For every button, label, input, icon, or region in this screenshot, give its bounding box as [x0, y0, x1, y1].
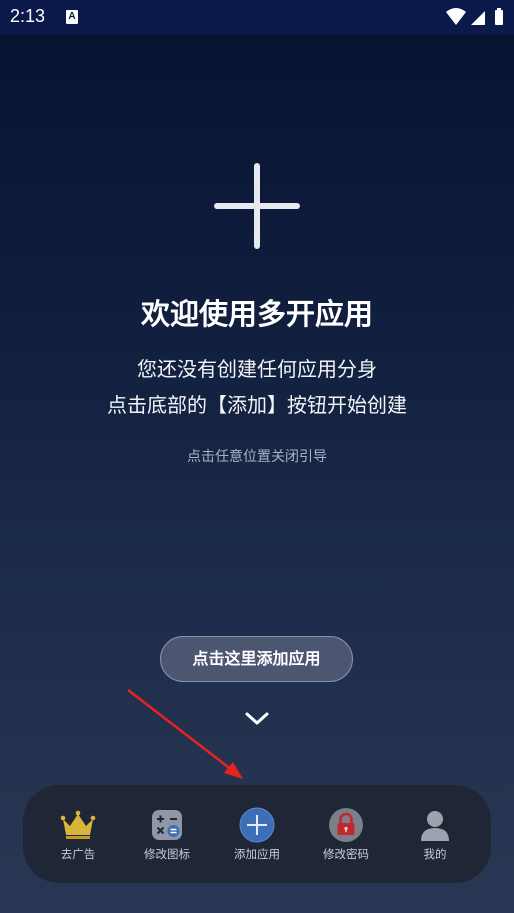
nav-label: 修改密码 [323, 847, 369, 861]
nav-profile[interactable]: 我的 [390, 785, 480, 883]
status-time: 2:13 [10, 6, 46, 26]
signal-icon [471, 11, 485, 25]
nav-label: 添加应用 [234, 847, 280, 861]
lock-icon [328, 807, 364, 843]
nav-change-password[interactable]: 修改密码 [301, 785, 391, 883]
plus-icon [211, 160, 303, 252]
add-app-guide-button[interactable]: 点击这里添加应用 [160, 636, 353, 682]
status-bar: 2:13 A [0, 0, 514, 34]
nav-change-icon[interactable]: 修改图标 [122, 785, 212, 883]
calculator-icon [149, 807, 185, 843]
wifi-icon [446, 8, 466, 25]
chevron-down-icon [244, 708, 270, 728]
nav-add-app[interactable]: 添加应用 [212, 785, 302, 883]
status-icons [444, 7, 506, 27]
crown-icon [60, 807, 96, 843]
notification-app-icon: A [66, 10, 78, 24]
empty-state-message: 您还没有创建任何应用分身 [137, 357, 377, 381]
add-circle-icon [239, 807, 275, 843]
bottom-navigation: 去广告 修改图标 添加应用 修改密码 我的 [23, 785, 491, 883]
person-icon [417, 807, 453, 843]
nav-label: 去广告 [60, 847, 96, 861]
nav-label: 修改图标 [144, 847, 190, 861]
nav-remove-ads[interactable]: 去广告 [33, 785, 123, 883]
create-instruction: 点击底部的【添加】按钮开始创建 [107, 393, 407, 417]
nav-label: 我的 [423, 847, 447, 861]
dismiss-guide-hint: 点击任意位置关闭引导 [187, 449, 327, 465]
welcome-title: 欢迎使用多开应用 [140, 297, 373, 331]
battery-icon [495, 8, 503, 25]
